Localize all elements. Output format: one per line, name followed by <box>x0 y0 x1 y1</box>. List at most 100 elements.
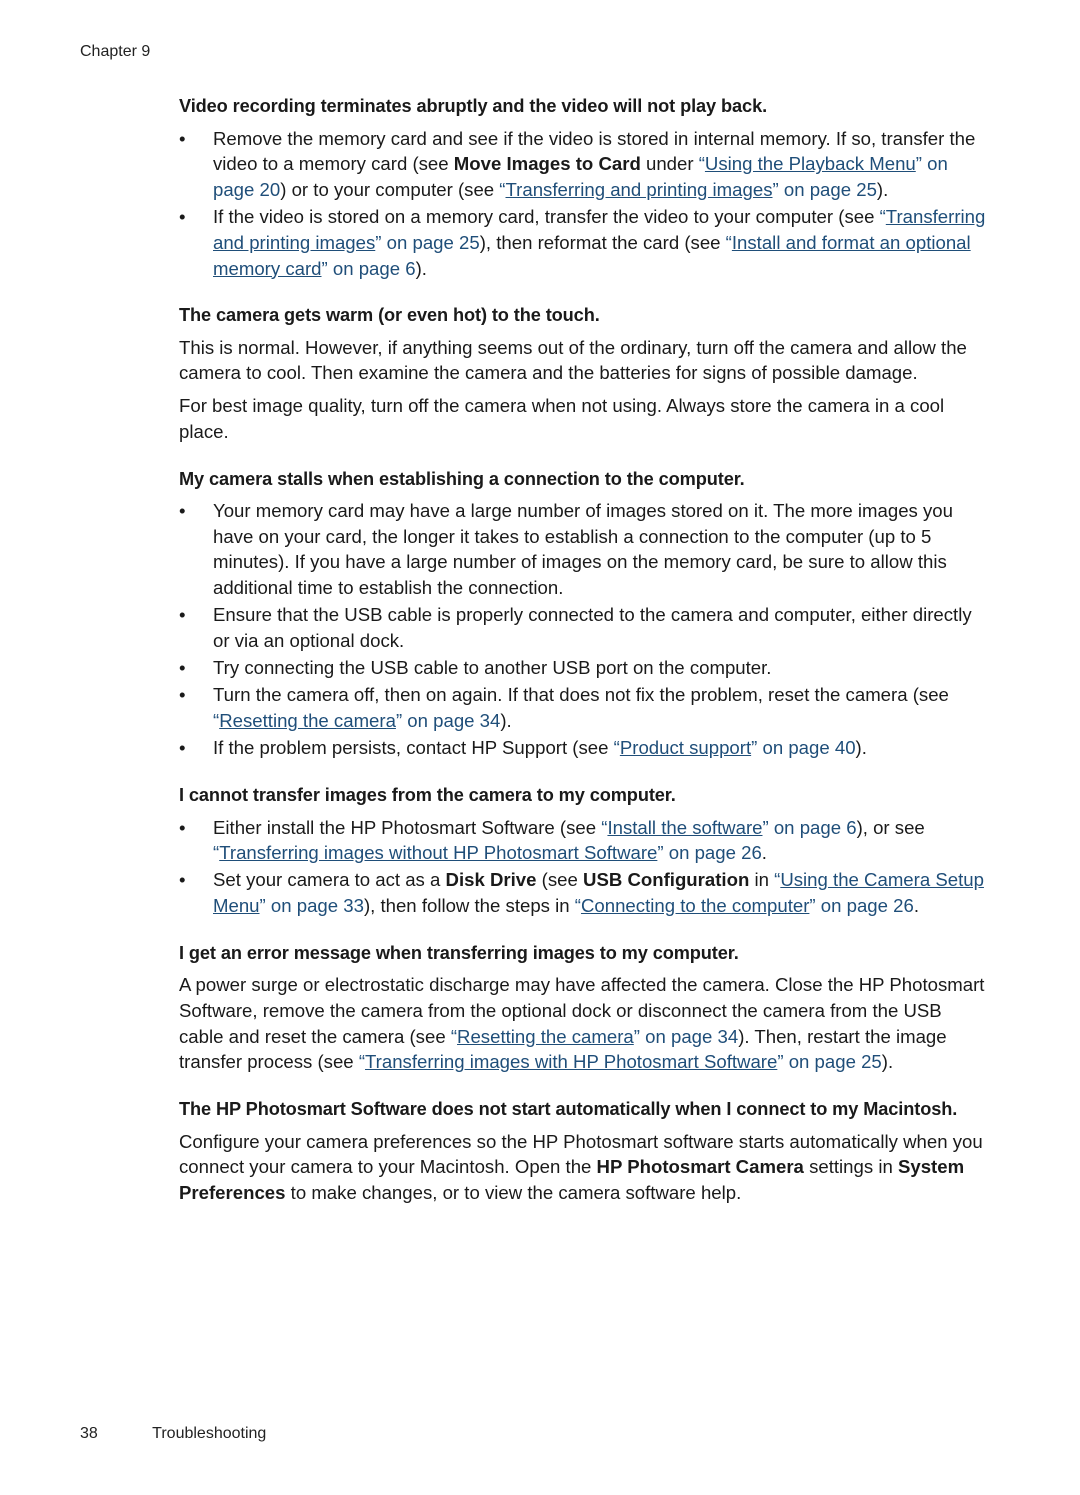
bullet-item: • Set your camera to act as a Disk Drive … <box>179 867 989 918</box>
text-run: ), then reformat the card (see <box>479 231 726 253</box>
bullet-icon: • <box>179 206 186 228</box>
link-page-ref[interactable]: on page 25 <box>387 232 480 253</box>
cross-reference-link[interactable]: “Connecting to the computer” on page 26 <box>575 895 914 916</box>
cross-reference-link[interactable]: “Product support” on page 40 <box>614 737 856 758</box>
paragraph: Configure your camera preferences so the… <box>179 1129 989 1206</box>
bullet-icon: • <box>179 604 186 626</box>
troubleshooting-section: My camera stalls when establishing a con… <box>179 467 989 762</box>
page-number: 38 <box>80 1425 98 1442</box>
text-run: ). <box>881 1051 894 1073</box>
bold-term: USB Configuration <box>583 869 750 891</box>
paragraph: For best image quality, turn off the cam… <box>179 393 989 444</box>
text-run: ). <box>855 737 867 759</box>
bullet-item: • If the video is stored on a memory card… <box>179 204 989 281</box>
text-run: If the video is stored on a memory card,… <box>213 206 880 228</box>
section-heading: Video recording terminates abruptly and … <box>179 96 768 116</box>
bullet-item: • Remove the memory card and see if the v… <box>179 126 989 203</box>
troubleshooting-section: The camera gets warm (or even hot) to th… <box>179 303 989 444</box>
paragraph: This is normal. However, if anything see… <box>179 335 989 386</box>
bullet-icon: • <box>179 869 186 891</box>
cross-reference-link[interactable]: “Transferring images without HP Photosma… <box>213 842 762 863</box>
text-run: . <box>913 895 920 917</box>
text-run: in <box>749 869 775 891</box>
link-page-ref[interactable]: on page 40 <box>762 737 855 758</box>
troubleshooting-section: I cannot transfer images from the camera… <box>179 783 989 919</box>
bullet-list: • Remove the memory card and see if the v… <box>179 126 989 282</box>
bullet-icon: • <box>179 127 186 149</box>
text-run: Your memory card may have a large number… <box>213 500 953 599</box>
cross-reference-link[interactable]: “Resetting the camera” on page 34 <box>213 710 500 731</box>
footer-section-title: Troubleshooting <box>152 1425 267 1442</box>
page-footer: 38 Troubleshooting <box>80 1425 266 1443</box>
bullet-icon: • <box>179 737 186 759</box>
link-page-ref[interactable]: on page 26 <box>669 842 762 863</box>
bullet-item: • If the problem persists, contact HP Sup… <box>179 735 989 761</box>
text-run: Set your camera to act as a <box>213 869 446 891</box>
bullet-icon: • <box>179 500 186 522</box>
bullet-item: • Either install the HP Photosmart Softwa… <box>179 815 989 866</box>
text-run: Ensure that the USB cable is properly co… <box>213 604 972 652</box>
bold-term: Disk Drive <box>445 869 537 891</box>
text-run: . <box>761 842 767 864</box>
link-title[interactable]: Resetting the camera <box>219 710 396 731</box>
bold-term: HP Photosmart Camera <box>596 1156 804 1178</box>
section-heading: The HP Photosmart Software does not star… <box>179 1099 958 1120</box>
link-page-ref[interactable]: on page 26 <box>821 895 914 916</box>
bold-term: Move Images to Card <box>453 153 641 175</box>
text-run: ), then follow the steps in <box>363 895 575 917</box>
text-run: For best image quality, turn off the cam… <box>179 395 945 442</box>
document-body: Video recording terminates abruptly and … <box>179 94 989 1228</box>
bullet-item: • Try connecting the USB cable to another… <box>179 655 989 681</box>
text-run: ). <box>500 710 512 732</box>
troubleshooting-section: The HP Photosmart Software does not star… <box>179 1097 989 1206</box>
text-run: Either install the HP Photosmart Softwar… <box>213 816 602 838</box>
text-run: ). <box>415 257 427 279</box>
bullet-icon: • <box>179 657 186 679</box>
chapter-header: Chapter 9 <box>80 43 151 60</box>
link-page-ref[interactable]: on page 33 <box>271 895 364 916</box>
link-page-ref[interactable]: on page 6 <box>774 817 857 838</box>
text-run: If the problem persists, contact HP Supp… <box>213 737 614 759</box>
cross-reference-link[interactable]: “Resetting the camera” on page 34 <box>451 1026 738 1047</box>
bullet-list: • Either install the HP Photosmart Softwa… <box>179 815 989 919</box>
bullet-item: • Turn the camera off, then on again. If … <box>179 682 989 733</box>
text-run: ), or see <box>856 816 925 838</box>
link-title[interactable]: Install the software <box>607 817 762 838</box>
bullet-item: • Your memory card may have a large numbe… <box>179 498 989 601</box>
text-run: This is normal. However, if anything see… <box>179 336 967 384</box>
troubleshooting-section: I get an error message when transferring… <box>179 941 989 1075</box>
bullet-icon: • <box>179 684 186 706</box>
text-run: (see <box>536 869 584 891</box>
link-title[interactable]: Resetting the camera <box>457 1026 634 1047</box>
text-run: ) or to your computer (see <box>280 178 500 200</box>
text-run: ). <box>876 178 889 200</box>
link-title[interactable]: Transferring and printing images <box>506 179 773 200</box>
link-title[interactable]: Connecting to the computer <box>581 895 809 916</box>
text-run: under <box>640 153 699 175</box>
text-run: settings in <box>803 1156 898 1178</box>
section-heading: The camera gets warm (or even hot) to th… <box>179 305 600 326</box>
bullet-icon: • <box>179 816 186 838</box>
link-page-ref[interactable]: on page 25 <box>784 179 877 200</box>
bullet-item: • Ensure that the USB cable is properly c… <box>179 602 989 653</box>
bullet-list: • Your memory card may have a large numbe… <box>179 498 989 761</box>
link-title[interactable]: Product support <box>620 737 751 758</box>
cross-reference-link[interactable]: “Transferring images with HP Photosmart … <box>359 1051 882 1072</box>
section-heading: I get an error message when transferring… <box>179 942 739 963</box>
text-run: to make changes, or to view the camera s… <box>285 1182 742 1204</box>
link-title[interactable]: Transferring images with HP Photosmart S… <box>365 1051 777 1072</box>
cross-reference-link[interactable]: “Install the software” on page 6 <box>601 817 856 838</box>
link-page-ref[interactable]: on page 34 <box>407 710 500 731</box>
paragraph: A power surge or electrostatic discharge… <box>179 972 989 1075</box>
link-title[interactable]: Using the Playback Menu <box>705 153 916 174</box>
cross-reference-link[interactable]: “Transferring and printing images” on pa… <box>499 179 877 200</box>
troubleshooting-section: Video recording terminates abruptly and … <box>179 94 989 281</box>
text-run: Turn the camera off, then on again. If t… <box>213 684 949 706</box>
link-page-ref[interactable]: on page 25 <box>789 1051 882 1072</box>
section-heading: My camera stalls when establishing a con… <box>179 468 745 489</box>
text-run: Try connecting the USB cable to another … <box>213 657 772 679</box>
link-title[interactable]: Transferring images without HP Photosmar… <box>219 842 657 863</box>
section-heading: I cannot transfer images from the camera… <box>179 785 676 806</box>
link-page-ref[interactable]: on page 6 <box>333 258 416 279</box>
link-page-ref[interactable]: on page 34 <box>645 1026 738 1047</box>
